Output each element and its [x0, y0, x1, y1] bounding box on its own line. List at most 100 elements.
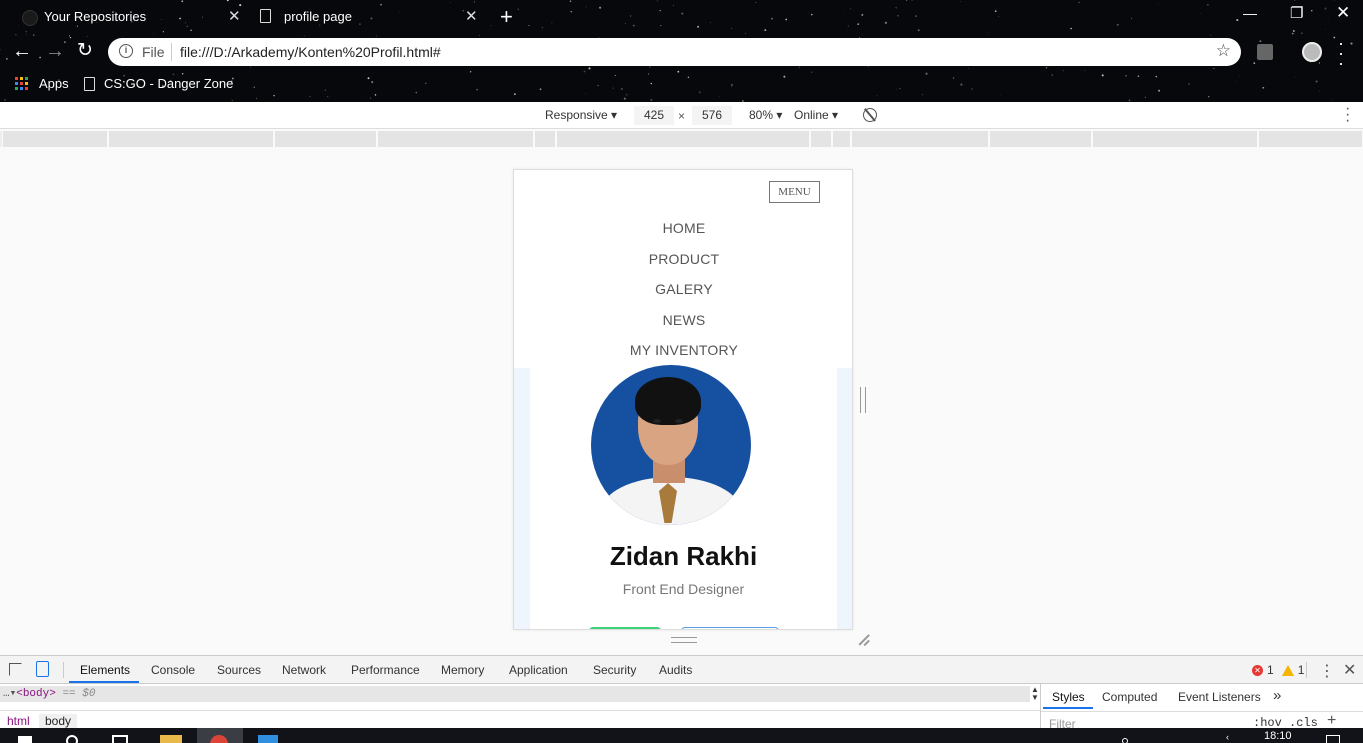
tab-styles[interactable]: Styles [1052, 690, 1085, 704]
url-text[interactable]: file:///D:/Arkademy/Konten%20Profil.html… [180, 44, 441, 60]
tab-audits[interactable]: Audits [659, 663, 692, 677]
task-view-icon[interactable] [112, 735, 128, 743]
star-dot [650, 98, 653, 101]
device-select[interactable]: Responsive ▾ [545, 108, 617, 122]
nav-item-galery[interactable]: GALERY [514, 281, 852, 312]
tab-memory[interactable]: Memory [441, 663, 484, 677]
resize-handle-right[interactable] [860, 387, 866, 413]
star-dot [1236, 19, 1239, 22]
media-query-segment[interactable] [556, 131, 810, 147]
tab-profile-page[interactable]: profile page ✕ [256, 0, 488, 34]
start-icon[interactable] [18, 736, 32, 743]
nav-item-home[interactable]: HOME [514, 220, 852, 251]
device-toggle-icon[interactable] [36, 661, 49, 677]
reload-icon[interactable]: ↻ [77, 41, 93, 61]
height-input[interactable]: 576 [692, 106, 732, 125]
tab-sources[interactable]: Sources [217, 663, 261, 677]
media-query-segment[interactable] [2, 131, 108, 147]
tab-computed[interactable]: Computed [1102, 690, 1157, 704]
tray-chevron-icon[interactable]: ‹ [1226, 732, 1242, 742]
width-input[interactable]: 425 [634, 106, 674, 125]
more-tabs-icon[interactable]: » [1273, 687, 1281, 704]
tab-your-repositories[interactable]: Your Repositories ✕ [16, 0, 244, 34]
media-query-segment[interactable] [989, 131, 1092, 147]
resize-handle-bottom[interactable] [671, 637, 697, 643]
dom-scroll-arrows-icon[interactable]: ▲ ▼ [1030, 686, 1040, 702]
minimize-icon[interactable]: — [1243, 5, 1257, 21]
zoom-select[interactable]: 80% ▾ [749, 108, 782, 122]
new-tab-icon[interactable]: + [500, 4, 513, 30]
media-query-segment[interactable] [534, 131, 556, 147]
bookmark-apps[interactable]: Apps [15, 76, 69, 91]
devtools-tabbar: Elements Console Sources Network Perform… [0, 656, 1363, 684]
error-icon: ✕ [1252, 664, 1263, 676]
tab-console[interactable]: Console [151, 663, 195, 677]
taskbar-clock[interactable]: 18:10 [1264, 730, 1292, 742]
network-select[interactable]: Online ▾ [794, 108, 838, 122]
rotate-icon[interactable] [863, 108, 877, 122]
star-dot [1131, 17, 1133, 19]
profile-avatar-icon[interactable] [1302, 42, 1322, 62]
primary-button[interactable] [589, 627, 661, 629]
star-dot [1319, 90, 1321, 92]
media-query-segment[interactable] [832, 131, 851, 147]
dom-node-tag[interactable]: <body> [16, 688, 56, 700]
star-dot [614, 74, 616, 76]
browser-menu-icon[interactable]: · · · [1338, 34, 1344, 72]
close-tab-icon[interactable]: ✕ [465, 7, 478, 25]
address-bar[interactable]: i File file:///D:/Arkademy/Konten%20Prof… [108, 38, 1241, 66]
issues-badge[interactable]: ✕ 1 1 [1252, 663, 1304, 677]
device-toolbar-more-icon[interactable]: · · · [1345, 101, 1350, 129]
forward-icon[interactable]: → [45, 41, 65, 61]
inspect-element-icon[interactable] [9, 663, 22, 676]
info-icon[interactable]: i [119, 44, 133, 58]
extension-icon[interactable] [1257, 44, 1273, 60]
tab-security[interactable]: Security [593, 663, 636, 677]
active-styles-tab-indicator [1043, 707, 1093, 709]
close-tab-icon[interactable]: ✕ [228, 7, 241, 25]
media-query-segment[interactable] [1258, 131, 1363, 147]
star-dot [585, 6, 587, 8]
media-query-segment[interactable] [377, 131, 534, 147]
star-dot [1331, 99, 1333, 101]
devtools-close-icon[interactable]: ✕ [1343, 660, 1356, 680]
photo-eye [653, 419, 661, 423]
resize-handle-corner[interactable] [857, 634, 869, 646]
device-toolbar: Responsive ▾ 425 × 576 80% ▾ Online ▾ [0, 102, 1363, 129]
nav-item-product[interactable]: PRODUCT [514, 251, 852, 282]
menu-button[interactable]: MENU [769, 181, 820, 203]
bookmark-star-icon[interactable]: ☆ [1216, 41, 1231, 61]
media-query-segment[interactable] [274, 131, 377, 147]
star-dot [647, 73, 649, 75]
breadcrumb-body[interactable]: body [39, 714, 78, 728]
star-dot [625, 23, 626, 24]
media-query-segment[interactable] [108, 131, 274, 147]
bookmark-csgo[interactable]: CS:GO - Danger Zone [84, 76, 233, 91]
vscode-icon[interactable] [258, 735, 278, 743]
search-icon[interactable] [66, 735, 78, 743]
nav-item-news[interactable]: NEWS [514, 312, 852, 343]
media-query-segment[interactable] [851, 131, 989, 147]
action-center-icon[interactable] [1326, 735, 1340, 743]
breadcrumb-html[interactable]: html [7, 714, 30, 728]
star-dot [367, 77, 370, 80]
star-dot [810, 71, 813, 73]
dom-tree-selected-node[interactable]: …▾<body> == $0 [0, 686, 1030, 702]
back-icon[interactable]: ← [12, 41, 32, 61]
media-query-segment[interactable] [1092, 131, 1258, 147]
tab-application[interactable]: Application [509, 663, 568, 677]
file-explorer-icon[interactable] [160, 735, 182, 743]
star-dot [849, 8, 852, 10]
devtools-menu-icon[interactable]: ⋮ [1319, 661, 1335, 681]
star-dot [623, 97, 626, 100]
media-query-segment[interactable] [810, 131, 832, 147]
star-dot [798, 66, 800, 69]
tab-event-listeners[interactable]: Event Listeners [1178, 690, 1261, 704]
tab-performance[interactable]: Performance [351, 663, 420, 677]
tab-elements[interactable]: Elements [80, 663, 130, 677]
close-window-icon[interactable]: ✕ [1336, 3, 1350, 23]
dimension-times: × [678, 109, 686, 123]
tab-network[interactable]: Network [282, 663, 326, 677]
secondary-button[interactable] [681, 627, 779, 629]
restore-icon[interactable]: ❐ [1290, 4, 1303, 22]
